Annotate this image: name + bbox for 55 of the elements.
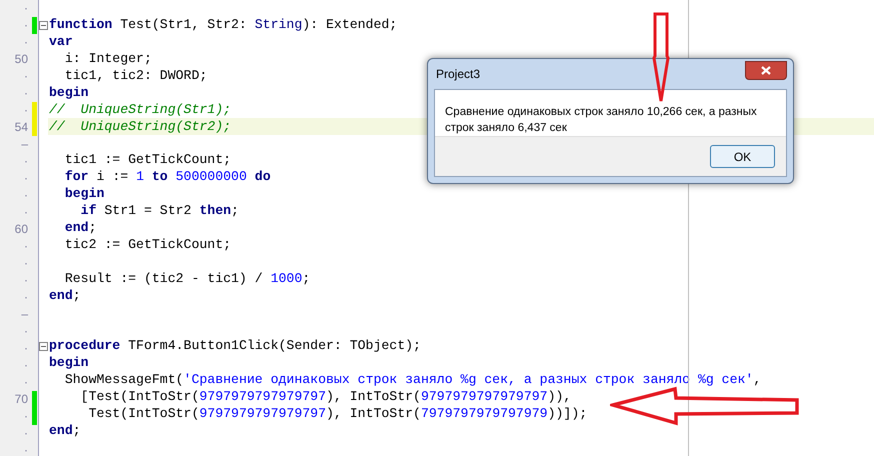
code-line: begin (49, 355, 89, 372)
code-line: for i := 1 to 500000000 do (64, 169, 271, 186)
code-line: Test(IntToStr(9797979797979797), IntToStr(7979797979797979))]); (88, 406, 588, 422)
code-line: end; (64, 220, 96, 236)
line-number: · (23, 204, 29, 221)
code-line: procedure TForm4.Button1Click(Sender: TObject); (49, 338, 421, 354)
code-line: i: Integer; (64, 51, 152, 68)
line-number: 54 (14, 119, 29, 136)
code-line: // UniqueString(Str1); (49, 102, 232, 118)
line-number: · (23, 170, 29, 187)
code-line: tic2 := GetTickCount; (64, 236, 232, 253)
dialog-message: Сравнение одинаковых строк заняло 10,266 сек, а разных строк заняло 6,437 сек (445, 105, 758, 136)
line-number: 70 (14, 391, 29, 408)
line-number: · (23, 255, 29, 272)
line-number: · (23, 187, 29, 204)
close-icon (761, 66, 771, 74)
line-number: · (23, 442, 29, 456)
code-line: tic1, tic2: DWORD; (64, 68, 208, 84)
code-line: var (49, 34, 73, 50)
line-number: · (23, 102, 29, 119)
ok-button[interactable]: OK (710, 145, 775, 168)
code-line: begin (49, 84, 89, 101)
line-number: · (23, 0, 29, 17)
code-line: begin (64, 186, 104, 202)
code-line: Result := (tic2 - tic1) / 1000; (64, 270, 310, 287)
line-number: 60 (14, 221, 29, 238)
line-number: · (23, 68, 29, 85)
fold-toggle[interactable] (39, 342, 48, 351)
code-line: end; (49, 422, 81, 439)
code-line: ShowMessageFmt('Сравнение одинаковых строк заняло %g сек, а разных строк заняло %g сек', (64, 372, 762, 388)
line-number: · (23, 357, 29, 374)
code-line: // UniqueString(Str2); (49, 118, 232, 135)
line-number: · (23, 272, 29, 289)
line-number: – (20, 136, 29, 153)
line-number: · (23, 408, 29, 425)
line-number: · (23, 153, 29, 170)
close-button[interactable] (745, 60, 787, 80)
line-number: · (23, 238, 29, 255)
line-number: · (23, 374, 29, 391)
line-number: · (23, 323, 29, 340)
line-number: · (23, 17, 29, 34)
line-number: 50 (14, 51, 29, 68)
line-number: · (23, 34, 29, 51)
dialog-title: Project3 (435, 66, 480, 83)
code-line: [Test(IntToStr(9797979797979797), IntToStr(9797979797979797)), (80, 388, 572, 405)
code-line: end; (49, 288, 81, 304)
line-number: · (23, 340, 29, 357)
line-number: – (20, 306, 29, 323)
fold-toggle[interactable] (39, 20, 48, 30)
line-number: · (23, 85, 29, 102)
line-number: · (23, 425, 29, 442)
code-line: tic1 := GetTickCount; (64, 152, 232, 168)
code-line: function Test(Str1, Str2: String): Extended; (49, 17, 398, 34)
line-number: · (23, 289, 29, 306)
code-line: if Str1 = Str2 then; (80, 203, 239, 220)
